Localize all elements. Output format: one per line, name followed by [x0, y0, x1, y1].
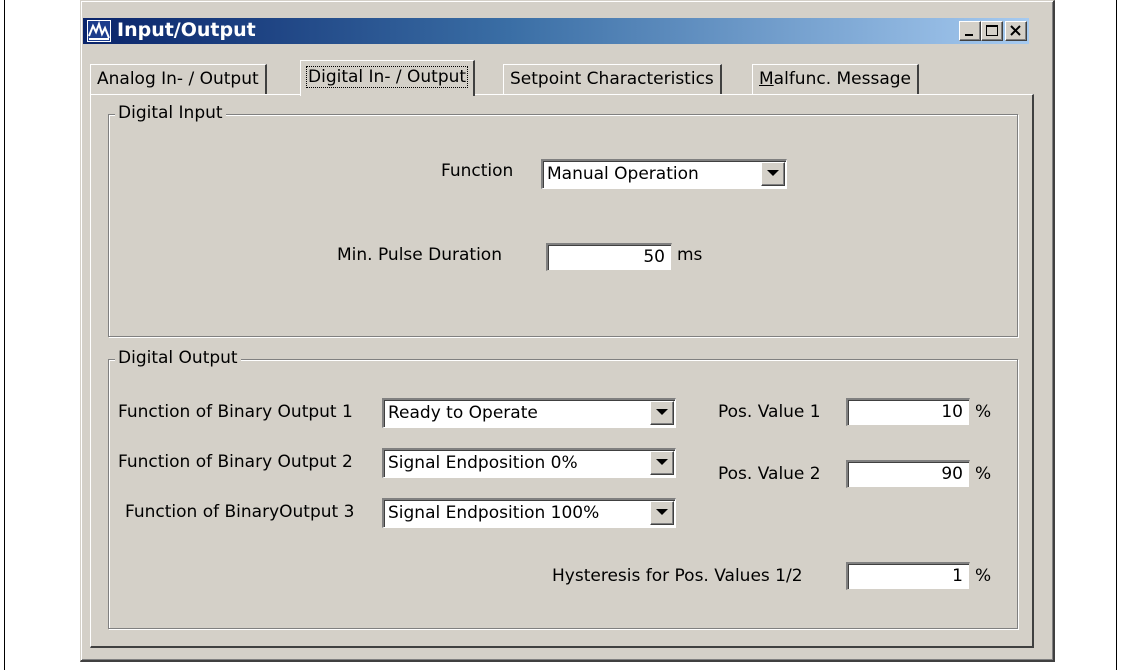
- min-pulse-duration-label: Min. Pulse Duration: [337, 245, 502, 265]
- binary-output-2-value: Signal Endposition 0%: [388, 453, 578, 473]
- dropdown-button[interactable]: [761, 162, 785, 186]
- dropdown-button[interactable]: [650, 501, 674, 525]
- maximize-button[interactable]: [981, 21, 1003, 41]
- page-border-right: [1116, 0, 1117, 670]
- tab-label: Setpoint Characteristics: [510, 69, 714, 89]
- hysteresis-label: Hysteresis for Pos. Values 1/2: [552, 566, 803, 586]
- dropdown-button[interactable]: [650, 401, 674, 425]
- tab-setpoint-characteristics[interactable]: Setpoint Characteristics: [503, 64, 722, 94]
- percent-unit: %: [975, 566, 992, 586]
- digital-input-group: Digital Input Function Manual Operation …: [108, 103, 1018, 337]
- pos-value-2-label: Pos. Value 2: [718, 464, 821, 484]
- close-icon: [1010, 25, 1021, 36]
- binary-output-2-label: Function of Binary Output 2: [118, 452, 353, 472]
- tab-mnemonic: M: [759, 69, 774, 89]
- minimize-icon: [965, 34, 973, 36]
- pos-value-1-label: Pos. Value 1: [718, 402, 821, 422]
- binary-output-3-value: Signal Endposition 100%: [388, 503, 600, 523]
- binary-output-3-label: Function of BinaryOutput 3: [125, 502, 355, 522]
- function-value: Manual Operation: [547, 164, 699, 184]
- binary-output-3-select[interactable]: Signal Endposition 100%: [382, 498, 676, 528]
- close-button[interactable]: [1005, 21, 1027, 41]
- pos-value-1-value: 10: [941, 402, 963, 422]
- pos-value-1-input[interactable]: 10: [846, 398, 970, 426]
- function-label: Function: [441, 161, 514, 181]
- dropdown-arrow-icon: [656, 409, 668, 415]
- tab-analog-in-output[interactable]: Analog In- / Output: [90, 64, 267, 94]
- tab-panel: Digital Input Function Manual Operation …: [90, 94, 1034, 648]
- digital-output-group: Digital Output Function of Binary Output…: [108, 348, 1018, 629]
- app-icon: [87, 20, 111, 42]
- binary-output-1-select[interactable]: Ready to Operate: [382, 398, 676, 428]
- group-title: Digital Input: [115, 103, 226, 123]
- page-border-left: [4, 0, 5, 670]
- pos-value-2-value: 90: [941, 464, 963, 484]
- dropdown-arrow-icon: [656, 509, 668, 515]
- min-pulse-duration-value: 50: [643, 247, 665, 267]
- hysteresis-value: 1: [952, 566, 963, 586]
- unit-label: ms: [677, 245, 703, 265]
- tab-digital-in-output[interactable]: Digital In- / Output: [300, 60, 476, 96]
- pos-value-2-input[interactable]: 90: [846, 460, 970, 488]
- dropdown-arrow-icon: [767, 170, 779, 176]
- tab-malfunc-message[interactable]: Malfunc. Message: [752, 64, 920, 94]
- hysteresis-input[interactable]: 1: [846, 562, 970, 590]
- group-title: Digital Output: [115, 348, 241, 368]
- function-select[interactable]: Manual Operation: [541, 159, 787, 189]
- percent-unit: %: [975, 464, 992, 484]
- binary-output-1-label: Function of Binary Output 1: [118, 402, 353, 422]
- min-pulse-duration-input[interactable]: 50: [546, 243, 672, 271]
- tab-label: alfunc. Message: [773, 69, 912, 89]
- percent-unit: %: [975, 402, 992, 422]
- binary-output-1-value: Ready to Operate: [388, 403, 538, 423]
- binary-output-2-select[interactable]: Signal Endposition 0%: [382, 448, 676, 478]
- maximize-icon: [986, 25, 998, 36]
- minimize-button[interactable]: [959, 21, 981, 41]
- dropdown-button[interactable]: [650, 451, 674, 475]
- tab-label: Digital In- / Output: [305, 66, 469, 88]
- title-bar[interactable]: Input/Output: [83, 18, 1029, 44]
- dropdown-arrow-icon: [656, 459, 668, 465]
- tab-label: Analog In- / Output: [97, 69, 259, 89]
- window-title: Input/Output: [117, 19, 256, 41]
